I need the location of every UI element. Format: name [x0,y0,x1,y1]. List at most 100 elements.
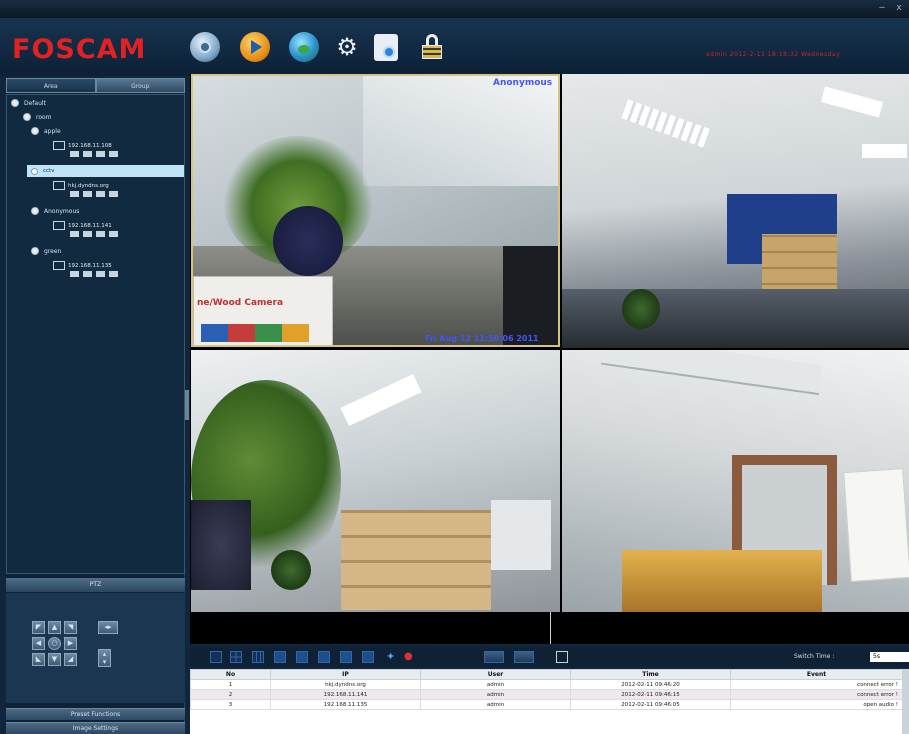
layout-9-button[interactable] [252,651,264,663]
ptz-down-button[interactable]: ▼ [48,653,61,666]
table-row[interactable]: 1 hkj.dyndns.org admin 2012-02-11 09:46:… [190,679,903,690]
header: FOSCAM ⚙ admin 2012-2-11 18:18:32 Wednes… [0,18,909,76]
camera-item[interactable]: 192.168.11.141 [53,221,122,237]
layout-4-button[interactable] [230,651,242,663]
info-icon[interactable] [109,271,118,277]
column-header[interactable]: IP [270,669,421,680]
ptz-left-button[interactable]: ◀ [32,637,45,650]
panel-splitter[interactable] [185,390,189,420]
settings-icon[interactable]: ⚙ [332,32,362,62]
ptz-right-button[interactable]: ▶ [64,637,77,650]
video-cell-3[interactable] [191,350,560,612]
tab-area[interactable]: Area [6,78,96,93]
record-icon[interactable] [83,271,92,277]
info-icon[interactable] [109,151,118,157]
minimize-button[interactable]: ‒ [875,3,889,14]
tree-node-room[interactable]: room [23,113,52,121]
ptz-up-right-button[interactable]: ◥ [64,621,77,634]
small-plant [271,550,311,590]
next-page-button[interactable] [514,651,534,663]
ptz-up-button[interactable]: ▲ [48,621,61,634]
tree-node-default[interactable]: Default [11,99,46,107]
snapshot-icon[interactable] [96,151,105,157]
record-icon[interactable] [83,191,92,197]
layout-16-button[interactable] [274,651,286,663]
cell-ip: 192.168.11.141 [270,689,421,700]
event-table: No IP User Time Event 1 hkj.dyndns.org a… [190,669,903,710]
snapshot-icon[interactable] [96,231,105,237]
camera-name-overlay: Anonymous [493,78,553,88]
layout-1-button[interactable] [210,651,222,663]
ptz-up-left-button[interactable]: ◤ [32,621,45,634]
camera-item[interactable]: hkj.dyndns.org [53,181,122,197]
view-icon[interactable] [70,191,79,197]
cell-time: 2012-02-11 09:46:05 [570,699,731,710]
layout-25-button[interactable] [296,651,308,663]
expand-icon [31,207,39,215]
camera-icon [53,221,65,230]
table-header-row: No IP User Time Event [190,669,903,680]
ceiling-light [862,144,907,158]
timestamp-overlay: Fri Aug 12 11:50:06 2011 [425,334,539,343]
layout-64-button[interactable] [362,651,374,663]
video-cell-1[interactable]: ne/Wood Camera Anonymous Fri Aug 12 11:5… [191,74,560,347]
table-row[interactable]: 3 192.168.11.135 admin 2012-02-11 09:46:… [190,699,903,710]
layout-toolbar: ✦ ● Switch Time : 5s▼ [190,647,909,667]
switch-time-select[interactable]: 5s▼ [870,652,909,662]
map-icon[interactable] [289,32,319,62]
event-log-scrollbar[interactable] [902,669,909,734]
snapshot-icon[interactable] [96,271,105,277]
camera-item[interactable]: 192.168.11.108 [53,141,122,157]
device-panel: Area Group Default room apple 192.168.11… [6,78,185,734]
camera-item[interactable]: 192.168.11.135 [53,261,122,277]
snapshot-icon[interactable] [96,191,105,197]
view-icon[interactable] [70,271,79,277]
info-icon[interactable] [109,231,118,237]
view-icon[interactable] [70,151,79,157]
video-cell-2[interactable] [562,74,909,348]
column-header[interactable]: User [420,669,571,680]
tree-node-apple[interactable]: apple [31,127,61,135]
info-icon[interactable] [109,191,118,197]
tab-group[interactable]: Group [95,78,185,93]
camera-icon [53,181,65,190]
column-header[interactable]: Event [730,669,903,680]
ceiling-beam [600,350,824,396]
close-button[interactable]: x [892,3,906,14]
live-view-icon[interactable] [190,32,220,62]
tree-node-selected[interactable]: cctv [27,165,184,177]
fullscreen-icon[interactable] [556,651,568,663]
tree-node-anonymous[interactable]: Anonymous [31,207,79,215]
ptz-down-left-button[interactable]: ◣ [32,653,45,666]
layout-36-button[interactable] [318,651,330,663]
record-icon[interactable] [83,151,92,157]
expand-icon [23,113,31,121]
lock-icon[interactable] [420,32,444,62]
ptz-horizontal-patrol-button[interactable]: ◂▸ [98,621,118,634]
record-all-icon[interactable]: ● [404,651,416,663]
ptz-center-button[interactable]: ○ [48,637,61,650]
previous-page-button[interactable] [484,651,504,663]
cardboard-box [622,550,822,612]
paper-sheet [843,468,909,582]
tree-label: cctv [43,168,55,174]
cell-time: 2012-02-11 09:46:15 [570,689,731,700]
table-row[interactable]: 2 192.168.11.141 admin 2012-02-11 09:46:… [190,689,903,700]
layout-49-button[interactable] [340,651,352,663]
image-settings-button[interactable]: Image Settings [6,722,185,734]
cursor-line [550,612,551,644]
ptz-down-right-button[interactable]: ◢ [64,653,77,666]
column-header[interactable]: Time [570,669,731,680]
tree-label: room [36,113,52,121]
playback-icon[interactable] [240,32,270,62]
column-header[interactable]: No [190,669,271,680]
video-cell-4[interactable] [562,350,909,612]
log-icon[interactable] [374,34,398,61]
record-icon[interactable] [83,231,92,237]
preset-functions-button[interactable]: Preset Functions [6,708,185,720]
tree-node-green[interactable]: green [31,247,61,255]
patrol-icon[interactable]: ✦ [386,651,398,663]
ptz-vertical-patrol-button[interactable]: ▴ ▾ [98,649,111,667]
view-icon[interactable] [70,231,79,237]
title-bar: ‒ x [0,0,909,18]
